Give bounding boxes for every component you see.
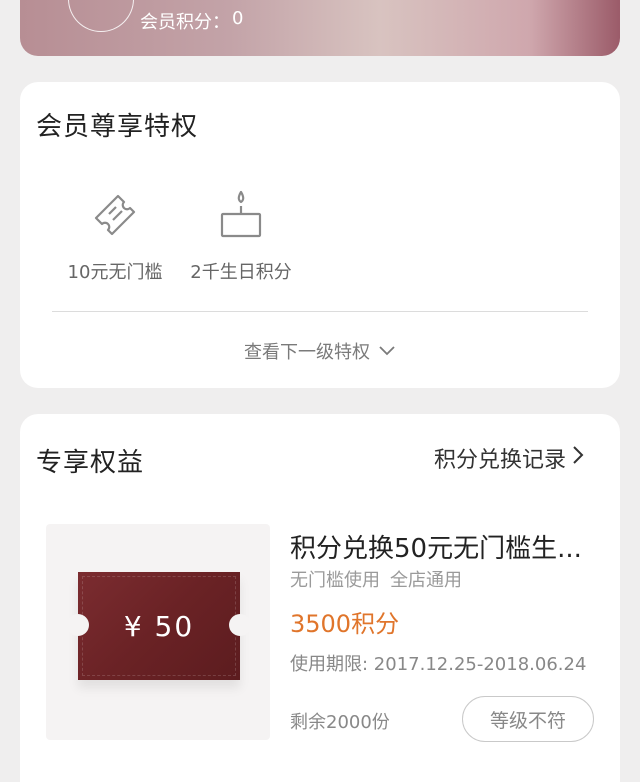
benefit-points: 3500积分 [290,610,400,638]
privileges-card: 会员尊享特权 10元无门槛 2千生日积分 查看下一级特权 [20,82,620,388]
member-points-label: 会员积分： [140,12,230,33]
ticket-icon [88,188,142,246]
divider [52,311,588,312]
member-card: 会员积分： 0 [20,0,620,56]
benefit-validity: 使用期限: 2017.12.25-2018.06.24 [290,654,587,675]
member-points-value: 0 [232,8,244,29]
benefit-tags: 无门槛使用 全店通用 [290,566,462,592]
member-points: 会员积分： 0 [140,8,243,34]
coupon-image[interactable]: ¥ 50 [46,524,270,740]
privilege-label: 2千生日积分 [190,262,292,283]
benefit-title[interactable]: 积分兑换50元无门槛生... [290,528,582,565]
privilege-item-coupon[interactable]: 10元无门槛 [62,188,168,284]
see-next-level-link[interactable]: 查看下一级特权 [20,338,620,364]
see-next-label: 查看下一级特权 [244,342,370,363]
benefit-tag: 无门槛使用 [290,570,380,591]
benefits-card: 专享权益 积分兑换记录 ¥ 50 积分兑换50元无门槛生... 无门槛使用 全店… [20,414,620,782]
level-mismatch-button[interactable]: 等级不符 [462,696,594,742]
chevron-right-icon [572,445,584,471]
privilege-item-birthday[interactable]: 2千生日积分 [182,188,300,284]
benefit-tag: 全店通用 [390,570,462,591]
avatar[interactable] [68,0,134,32]
privileges-title: 会员尊享特权 [36,112,199,142]
coupon-ticket: ¥ 50 [67,572,251,680]
exchange-records-label: 积分兑换记录 [433,448,566,473]
exchange-records-link[interactable]: 积分兑换记录 [434,442,584,474]
benefits-title: 专享权益 [36,448,145,478]
chevron-down-icon [378,341,396,362]
birthday-cake-icon [216,188,266,246]
privilege-label: 10元无门槛 [67,262,163,283]
benefit-stock: 剩余2000份 [290,712,390,733]
